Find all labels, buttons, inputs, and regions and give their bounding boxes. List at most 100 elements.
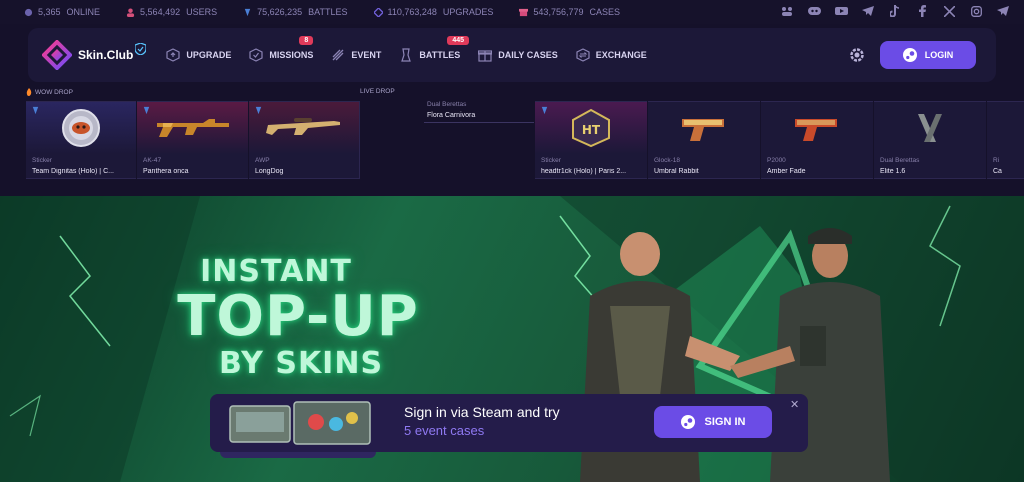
gear-icon[interactable] [848, 46, 866, 64]
stat-online-label: ONLINE [66, 7, 101, 17]
tiktok-icon[interactable] [888, 4, 902, 18]
signin-button[interactable]: SIGN IN [654, 406, 772, 438]
awp-icon [266, 118, 340, 135]
live-drop-entry-top[interactable]: Dual Berettas Flora Carnivora [424, 101, 534, 123]
telegram-alt-icon[interactable] [996, 4, 1010, 18]
stat-upgrades-label: UPGRADES [442, 7, 494, 17]
weapon-type-icon [143, 106, 150, 115]
telegram-icon[interactable] [861, 4, 875, 18]
drop-item-image [249, 102, 359, 154]
flame-icon [26, 88, 32, 96]
stats-bar: 5,365 ONLINE 5,564,492 USERS 75,626,235 … [0, 0, 1024, 24]
nav-battles[interactable]: BATTLES 445 [399, 36, 470, 62]
nav-missions-label: MISSIONS [269, 50, 314, 60]
nav-missions[interactable]: MISSIONS 8 [249, 36, 314, 62]
signin-text-secondary: 5 event cases [404, 423, 485, 438]
drop-card-name: Umbral Rabbit [654, 168, 699, 175]
drop-card[interactable]: AWP LongDog [249, 101, 360, 179]
drop-card[interactable]: AK-47 Panthera onca [137, 101, 248, 179]
nav-exchange[interactable]: EXCHANGE [576, 48, 647, 62]
drop-card-name: Amber Fade [767, 168, 806, 175]
x-icon[interactable] [942, 4, 956, 18]
nav-event[interactable]: EVENT [331, 48, 381, 62]
drop-card-category: AWP [255, 157, 270, 164]
main-nav: Skin.Club UPGRADE MISSIONS 8 EVENT BATTL… [28, 28, 996, 82]
steam-icon [902, 48, 917, 62]
nav-daily-cases[interactable]: DAILY CASES [478, 48, 558, 62]
logo-text: Skin.Club [78, 48, 134, 62]
hero-title-line2: TOP-UP [177, 284, 419, 349]
wow-drop-label: WOW DROP [26, 88, 73, 96]
skinclub-logo-icon [42, 40, 72, 70]
sticker-headtr1ck-icon: HT [572, 108, 610, 148]
drop-item-image [761, 102, 873, 154]
signin-text-primary: Sign in via Steam and try [404, 404, 560, 420]
daily-cases-icon [478, 50, 493, 62]
stat-cases-value: 543,756,779 [533, 7, 584, 17]
login-label: LOGIN [924, 50, 954, 60]
drop-item-image [648, 102, 760, 154]
drop-item-image [874, 102, 986, 154]
drop-card[interactable]: Glock-18 Umbral Rabbit [648, 101, 760, 179]
drop-card-category: Ri [993, 157, 1000, 164]
nav-daily-cases-label: DAILY CASES [498, 50, 558, 60]
sticker-type-icon [541, 106, 548, 115]
facebook-icon[interactable] [915, 4, 929, 18]
signin-button-label: SIGN IN [704, 416, 746, 428]
stat-users-label: USERS [186, 7, 218, 17]
battles-nav-icon [401, 48, 412, 62]
stat-online-value: 5,365 [38, 7, 61, 17]
drop-card[interactable]: Ri Ca [987, 101, 1024, 179]
glock18-icon [682, 119, 724, 141]
instagram-icon[interactable] [969, 4, 983, 18]
stat-battles: 75,626,235 BATTLES [243, 7, 348, 17]
drop-item-image: HT [535, 102, 647, 154]
discord-icon[interactable] [807, 4, 821, 18]
event-icon [332, 49, 344, 61]
drop-item-image [137, 102, 248, 154]
users-icon [126, 7, 135, 17]
sticker-dignitas-icon [62, 109, 100, 147]
drop-card-category: Sticker [541, 157, 561, 164]
social-links [780, 4, 1010, 18]
drop-card-category: Glock-18 [654, 157, 681, 164]
stat-users-value: 5,564,492 [140, 7, 181, 17]
nav-event-label: EVENT [351, 50, 382, 60]
drop-card[interactable]: P2000 Amber Fade [761, 101, 873, 179]
weapon-type-icon [255, 106, 262, 115]
logo[interactable]: Skin.Club [42, 40, 147, 70]
drop-card[interactable]: Sticker Team Dignitas (Holo) | C... [26, 101, 136, 179]
exchange-icon [576, 48, 590, 62]
stat-upgrades: 110,763,248 UPGRADES [373, 7, 494, 17]
ak47-icon [156, 119, 229, 137]
battles-icon [244, 8, 251, 16]
nav-upgrade-label: UPGRADE [186, 50, 232, 60]
dual-berettas-icon [918, 114, 942, 142]
drop-card[interactable]: HT Sticker headtr1ck (Holo) | Paris 2... [535, 101, 647, 179]
stat-cases-label: CASES [589, 7, 620, 17]
sticker-type-icon [32, 106, 39, 115]
nav-upgrade[interactable]: UPGRADE [166, 48, 231, 62]
drop-top-name: Flora Carnivora [427, 112, 476, 119]
stat-users: 5,564,492 USERS [126, 7, 217, 17]
drop-card-name: Panthera onca [143, 168, 189, 175]
svg-text:HT: HT [582, 123, 601, 137]
live-drop-label: LIVE DROP [360, 88, 395, 95]
upgrade-icon [166, 48, 180, 62]
battles-badge: 445 [447, 36, 470, 45]
drop-card-name: LongDog [255, 168, 284, 175]
event-cases-image [229, 401, 371, 445]
community-icon[interactable] [780, 4, 794, 18]
stat-cases: 543,756,779 CASES [519, 7, 620, 17]
drop-card[interactable]: Dual Berettas Elite 1.6 [874, 101, 986, 179]
drop-card-category: AK-47 [143, 157, 162, 164]
youtube-icon[interactable] [834, 4, 848, 18]
missions-badge: 8 [299, 36, 314, 45]
close-icon[interactable]: ✕ [790, 400, 800, 411]
drop-card-name: Ca [993, 168, 1002, 175]
cases-icon [519, 8, 529, 16]
drop-top-category: Dual Berettas [427, 101, 467, 108]
missions-icon [249, 48, 263, 62]
drop-card-category: Sticker [32, 157, 52, 164]
login-button[interactable]: LOGIN [880, 41, 976, 69]
